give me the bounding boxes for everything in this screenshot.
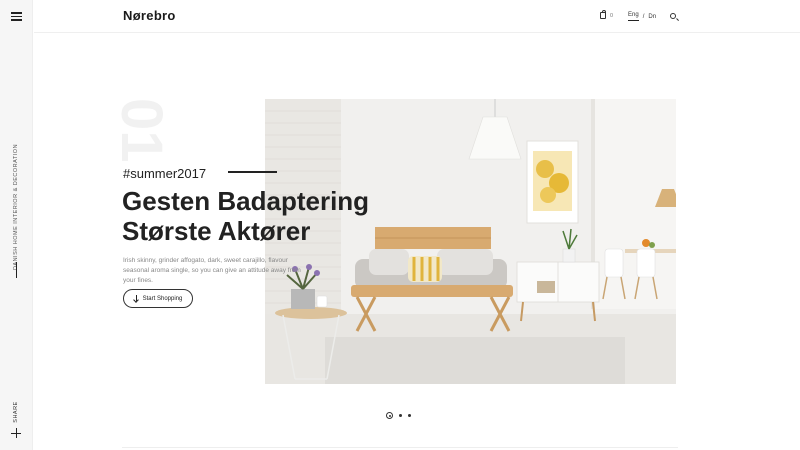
- lang-danish[interactable]: Dn: [648, 14, 656, 20]
- lang-english[interactable]: Eng: [628, 12, 639, 21]
- language-switcher: Eng / Dn: [628, 12, 656, 21]
- search-icon[interactable]: [670, 13, 676, 19]
- lang-separator: /: [642, 13, 645, 20]
- hero-headline: Gesten Badaptering Største Aktører: [122, 186, 369, 246]
- rail-tagline: Danish Home Interior & Decoration: [13, 143, 19, 271]
- arrow-down-icon: [134, 295, 139, 302]
- plus-icon[interactable]: [11, 428, 21, 438]
- cart-button[interactable]: 0: [600, 10, 614, 19]
- brand-logo[interactable]: Nørebro: [123, 8, 176, 23]
- headline-line-2: Største Aktører: [122, 216, 311, 246]
- slider-pagination: [386, 412, 411, 419]
- top-header: Nørebro 0 Eng / Dn: [34, 0, 800, 33]
- share-label[interactable]: Share: [13, 401, 19, 422]
- side-rail: Danish Home Interior & Decoration Share: [0, 0, 33, 450]
- bag-icon: [600, 10, 606, 19]
- hero-hashtag: #summer2017: [123, 166, 207, 181]
- cart-count: 0: [610, 12, 614, 19]
- hero-description: Irish skinny, grinder affogato, dark, sw…: [123, 257, 301, 284]
- hamburger-icon[interactable]: [11, 12, 22, 21]
- slider-dot-3[interactable]: [408, 414, 411, 417]
- slider-dot-1[interactable]: [386, 412, 393, 419]
- start-shopping-label: Start Shopping: [142, 295, 183, 302]
- start-shopping-button[interactable]: Start Shopping: [123, 289, 193, 308]
- section-divider: [122, 447, 678, 448]
- hashtag-underline: [228, 171, 277, 173]
- headline-line-1: Gesten Badaptering: [122, 186, 370, 216]
- slider-dot-2[interactable]: [399, 414, 402, 417]
- slide-number: 01: [109, 98, 174, 163]
- rail-divider: [16, 262, 17, 278]
